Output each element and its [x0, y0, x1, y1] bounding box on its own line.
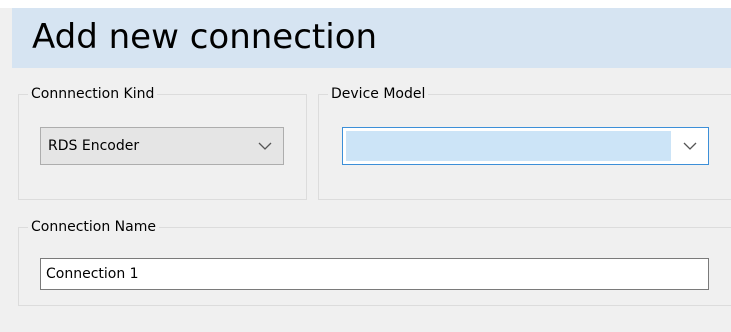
device-model-select[interactable] — [342, 127, 709, 165]
chevron-down-icon[interactable] — [672, 128, 708, 164]
connection-name-legend: Connection Name — [28, 219, 159, 236]
connection-name-input[interactable] — [40, 258, 709, 290]
top-strip — [0, 0, 731, 8]
connection-kind-legend: Connnection Kind — [28, 86, 158, 103]
page-title: Add new connection — [32, 17, 378, 57]
add-connection-dialog: Add new connection Connnection Kind RDS … — [0, 0, 731, 332]
device-model-legend: Device Model — [328, 86, 429, 103]
chevron-down-icon[interactable] — [247, 128, 283, 164]
connection-kind-value: RDS Encoder — [48, 138, 140, 154]
device-model-selection-highlight — [346, 131, 671, 161]
connection-kind-select[interactable]: RDS Encoder — [40, 127, 284, 165]
dialog-header: Add new connection — [12, 8, 731, 68]
